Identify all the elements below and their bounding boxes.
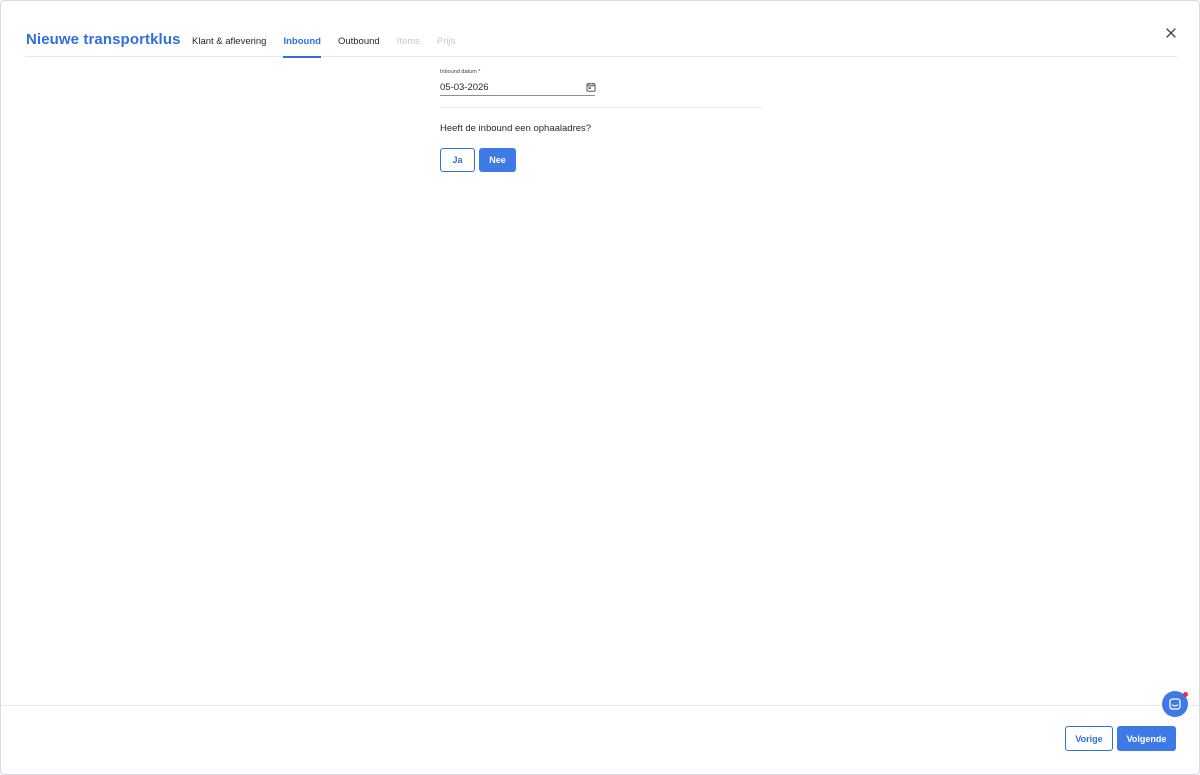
close-button[interactable] xyxy=(1161,23,1181,43)
footer-divider xyxy=(1,705,1200,706)
yes-button[interactable]: Ja xyxy=(440,148,475,172)
form-divider xyxy=(440,107,762,108)
modal-window: Nieuwe transportklus Klant & aflevering … xyxy=(0,0,1200,775)
close-icon xyxy=(1166,28,1176,38)
pickup-address-question: Heeft de inbound een ophaaladres? xyxy=(440,123,592,134)
chat-icon xyxy=(1169,698,1181,710)
next-button[interactable]: Volgende xyxy=(1117,726,1176,751)
tab-klant-aflevering[interactable]: Klant & aflevering xyxy=(192,1,266,57)
previous-button[interactable]: Vorige xyxy=(1065,726,1113,751)
modal-header: Nieuwe transportklus Klant & aflevering … xyxy=(25,1,1177,58)
tab-outbound[interactable]: Outbound xyxy=(338,1,380,57)
no-button[interactable]: Nee xyxy=(479,148,516,172)
notification-dot xyxy=(1183,692,1188,697)
tab-items: Items xyxy=(396,36,420,47)
calendar-icon[interactable] xyxy=(586,82,596,92)
inbound-date-label: Inbound datum * xyxy=(440,69,481,75)
modal-title: Nieuwe transportklus xyxy=(26,31,181,48)
inbound-date-input[interactable] xyxy=(440,77,595,96)
step-tabs: Klant & aflevering Inbound Outbound Item… xyxy=(192,1,472,58)
tab-prijs: Prijs xyxy=(436,36,456,47)
tab-inbound[interactable]: Inbound xyxy=(283,1,322,58)
